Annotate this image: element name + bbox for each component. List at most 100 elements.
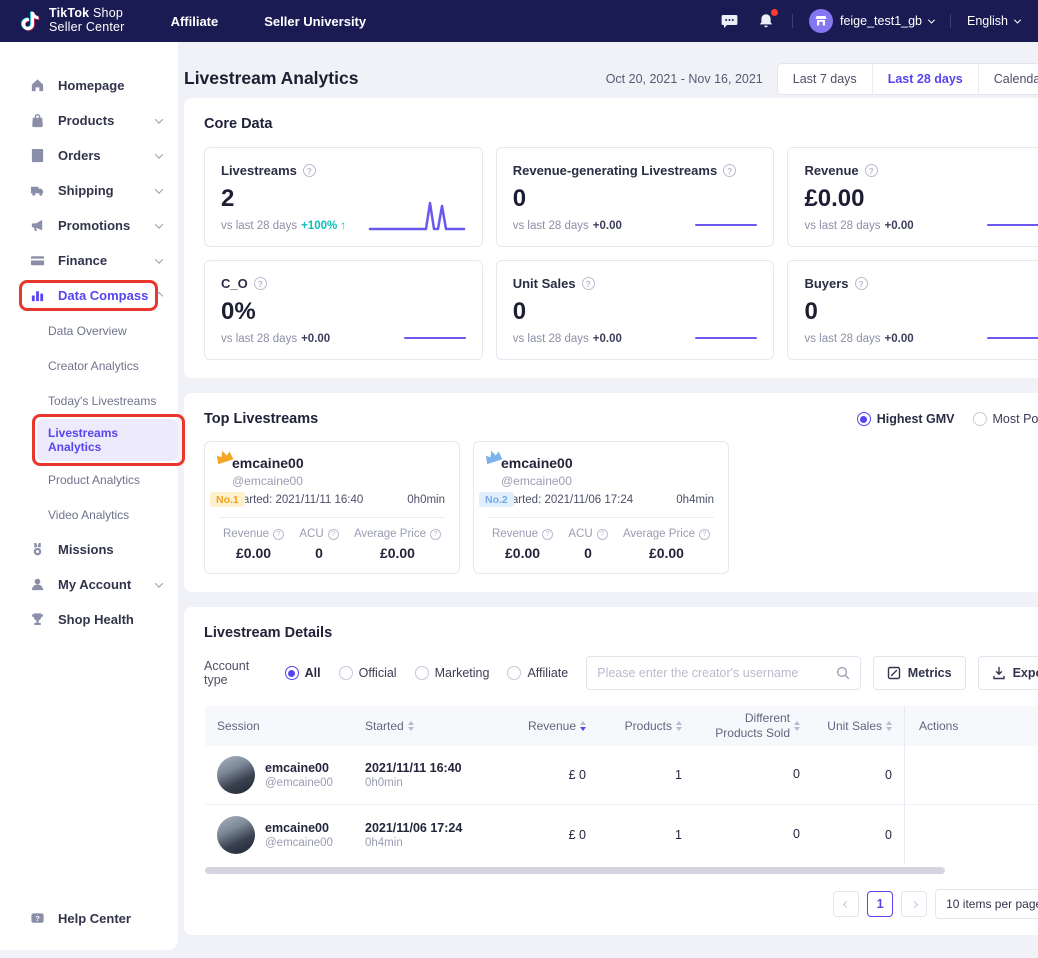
sidebar-item-shipping[interactable]: Shipping xyxy=(0,173,178,208)
actions-cell xyxy=(904,805,1038,864)
metric-co: C_O? 0% vs last 28 days+0.00 xyxy=(204,260,483,360)
sidebar-item-orders[interactable]: Orders xyxy=(0,138,178,173)
next-page-button[interactable] xyxy=(901,891,927,917)
nav-seller-university[interactable]: Seller University xyxy=(264,14,366,29)
account-type-label: Account type xyxy=(204,659,271,687)
sidebar-item-help-center[interactable]: ? Help Center xyxy=(0,901,178,936)
notifications-button[interactable] xyxy=(756,11,776,31)
sidebar-item-homepage[interactable]: Homepage xyxy=(0,68,178,103)
messages-button[interactable] xyxy=(720,11,740,31)
sidebar-subitem-todays-livestreams[interactable]: Today's Livestreams xyxy=(0,383,178,418)
info-icon[interactable]: ? xyxy=(582,277,595,290)
export-button[interactable]: Export xyxy=(978,656,1038,690)
account-type-marketing-radio[interactable]: Marketing xyxy=(415,666,490,680)
sidebar-item-label: Products xyxy=(58,113,114,128)
chevron-up-icon xyxy=(155,291,163,299)
sidebar-subitem-livestreams-analytics[interactable]: Livestreams Analytics xyxy=(0,418,178,462)
stat-value: 0 xyxy=(299,545,338,561)
sidebar-item-shop-health[interactable]: Shop Health xyxy=(0,602,178,637)
column-header-revenue[interactable]: Revenue xyxy=(510,719,598,733)
metric-label: Revenue-generating Livestreams xyxy=(513,163,717,178)
column-header-different-products-sold[interactable]: Different Products Sold xyxy=(694,711,812,741)
core-data-card: Core Data Livestreams? 2 vs last 28 days… xyxy=(184,98,1038,378)
topbar-divider xyxy=(950,14,951,28)
last-7-days-button[interactable]: Last 7 days xyxy=(778,64,872,94)
document-icon xyxy=(30,148,45,163)
top-livestream-card-1[interactable]: No.1 emcaine00 @emcaine00 Started: 2021/… xyxy=(204,441,460,574)
stat-label: Revenue xyxy=(492,528,538,540)
sidebar-subitem-creator-analytics[interactable]: Creator Analytics xyxy=(0,348,178,383)
radio-label: All xyxy=(305,666,321,680)
account-type-official-radio[interactable]: Official xyxy=(339,666,397,680)
sort-icon[interactable] xyxy=(408,721,414,731)
different-products-sold-cell: 0 xyxy=(694,827,812,843)
sidebar-subitem-video-analytics[interactable]: Video Analytics xyxy=(0,497,178,532)
account-type-all-radio[interactable]: All xyxy=(285,666,321,680)
metrics-button[interactable]: Metrics xyxy=(873,656,966,690)
info-icon[interactable]: ? xyxy=(542,529,553,540)
metric-revenue: Revenue? £0.00 vs last 28 days+0.00 xyxy=(787,147,1038,247)
sort-icon[interactable] xyxy=(886,721,892,731)
sort-highest-gmv-radio[interactable]: Highest GMV xyxy=(857,412,955,426)
nav-affiliate[interactable]: Affiliate xyxy=(171,14,219,29)
sort-icon[interactable] xyxy=(794,721,800,731)
user-menu[interactable]: feige_test1_gb xyxy=(809,9,934,33)
table-row[interactable]: emcaine00@emcaine00 2021/11/06 17:240h4m… xyxy=(205,805,1038,864)
column-header-session[interactable]: Session xyxy=(205,719,365,733)
language-selector[interactable]: English xyxy=(967,14,1020,28)
info-icon[interactable]: ? xyxy=(855,277,868,290)
account-type-affiliate-radio[interactable]: Affiliate xyxy=(507,666,568,680)
compare-label: vs last 28 days xyxy=(513,333,589,345)
sidebar-item-products[interactable]: Products xyxy=(0,103,178,138)
column-header-products[interactable]: Products xyxy=(598,719,694,733)
radio-label: Highest GMV xyxy=(877,412,955,426)
column-header-started[interactable]: Started xyxy=(365,719,510,733)
sidebar-item-my-account[interactable]: My Account xyxy=(0,567,178,602)
delta-value: +0.00 xyxy=(593,220,622,232)
sort-most-popular-radio[interactable]: Most Popular xyxy=(973,412,1038,426)
info-icon[interactable]: ? xyxy=(328,529,339,540)
sidebar-item-data-compass[interactable]: Data Compass xyxy=(0,278,178,313)
subitem-label: Creator Analytics xyxy=(48,359,139,373)
sort-icon[interactable] xyxy=(676,721,682,731)
stat-label: ACU xyxy=(568,528,592,540)
info-icon[interactable]: ? xyxy=(303,164,316,177)
top-livestreams-card: Top Livestreams Highest GMV Most Popular… xyxy=(184,393,1038,592)
info-icon[interactable]: ? xyxy=(723,164,736,177)
duration: 0h0min xyxy=(365,777,498,789)
button-label: Export xyxy=(1013,666,1038,680)
sidebar-subitem-product-analytics[interactable]: Product Analytics xyxy=(0,462,178,497)
table-row[interactable]: emcaine00@emcaine00 2021/11/11 16:400h0m… xyxy=(205,746,1038,805)
creator-handle: @emcaine00 xyxy=(265,837,333,849)
sidebar-item-finance[interactable]: Finance xyxy=(0,243,178,278)
search-icon[interactable] xyxy=(836,666,850,680)
creator-handle: @emcaine00 xyxy=(265,777,333,789)
sidebar-subitem-data-overview[interactable]: Data Overview xyxy=(0,313,178,348)
top-livestream-card-2[interactable]: No.2 emcaine00 @emcaine00 Started: 2021/… xyxy=(473,441,729,574)
card-icon xyxy=(30,253,45,268)
info-icon[interactable]: ? xyxy=(273,529,284,540)
sidebar-item-label: Help Center xyxy=(58,911,131,926)
delta-value: +0.00 xyxy=(885,220,914,232)
creator-search-input[interactable] xyxy=(597,666,828,680)
info-icon[interactable]: ? xyxy=(254,277,267,290)
home-icon xyxy=(30,78,45,93)
calendar-day-button[interactable]: Calendar Day xyxy=(978,64,1038,94)
chevron-down-icon xyxy=(928,16,935,23)
info-icon[interactable]: ? xyxy=(699,529,710,540)
current-page-button[interactable]: 1 xyxy=(867,891,893,917)
tiktok-shop-logo[interactable]: TikTok Shop Seller Center xyxy=(18,7,125,35)
sidebar-item-missions[interactable]: Missions xyxy=(0,532,178,567)
sort-icon-active-desc[interactable] xyxy=(580,721,586,731)
page-size-select[interactable]: 10 items per page xyxy=(935,889,1038,919)
horizontal-scrollbar[interactable] xyxy=(205,867,945,874)
column-header-unit-sales[interactable]: Unit Sales xyxy=(812,719,904,733)
info-icon[interactable]: ? xyxy=(865,164,878,177)
logo-word-tiktok: TikTok xyxy=(49,6,89,20)
info-icon[interactable]: ? xyxy=(430,529,441,540)
last-28-days-button[interactable]: Last 28 days xyxy=(872,64,978,94)
chevron-down-icon xyxy=(155,220,163,228)
sidebar-item-promotions[interactable]: Promotions xyxy=(0,208,178,243)
prev-page-button[interactable] xyxy=(833,891,859,917)
info-icon[interactable]: ? xyxy=(597,529,608,540)
